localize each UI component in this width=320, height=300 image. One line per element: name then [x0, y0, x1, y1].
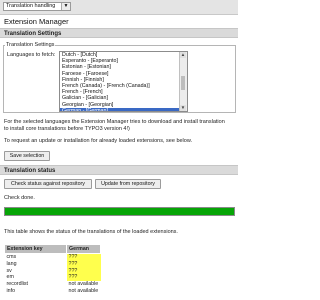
translation-status-cell: not available [68, 287, 99, 294]
extension-key-cell: lang [6, 260, 17, 267]
extension-key-cell: recordlist [6, 281, 29, 288]
translation-status-cell: ??? [66, 274, 101, 282]
column-header-language: German [66, 244, 101, 254]
table-row: cms??? [5, 253, 101, 261]
table-row: em??? [5, 274, 101, 282]
info-text-line-2: to install core translations before TYPO… [4, 126, 130, 132]
extension-key-cell: em [6, 274, 14, 281]
table-row: recordlist not available [5, 281, 101, 288]
table-caption: This table shows the status of the trans… [4, 229, 178, 235]
table-row: lang??? [5, 260, 101, 268]
scrollbar-thumb[interactable] [181, 76, 185, 90]
progress-fill [5, 208, 234, 215]
info-text-line-3: To request an update or installation for… [4, 138, 193, 144]
check-status-button[interactable]: Check status against repository [4, 179, 92, 189]
translation-status-cell: not available [68, 281, 99, 288]
scroll-up-icon[interactable]: ▲ [180, 52, 186, 58]
progress-bar [4, 207, 235, 216]
extension-key-cell: info [6, 287, 16, 294]
function-menu-select[interactable]: Translation handling ▼ [3, 2, 71, 11]
chevron-down-icon[interactable]: ▼ [61, 3, 70, 10]
section-header-translation-settings: Translation Settings [0, 28, 238, 38]
table-row: info not available [5, 288, 101, 295]
info-text-line-1: For the selected languages the Extension… [4, 119, 225, 125]
extension-key-cell: sv [6, 267, 12, 274]
translation-status-table: Extension key German cms??? lang??? sv??? e… [4, 244, 101, 295]
save-selection-button[interactable]: Save selection [4, 151, 50, 161]
top-toolbar: Translation handling ▼ [0, 0, 238, 15]
translation-status-cell: ??? [66, 267, 101, 275]
function-menu-value: Translation handling [6, 3, 56, 9]
table-row: sv??? [5, 267, 101, 275]
extension-key-cell: cms [6, 254, 17, 260]
translation-status-cell: ??? [66, 260, 101, 268]
listbox-scrollbar[interactable]: ▲ ▼ [179, 52, 187, 111]
section-header-translation-status: Translation status [0, 165, 238, 175]
check-done-text: Check done. [4, 195, 35, 201]
update-from-repository-button[interactable]: Update from repository [95, 179, 161, 189]
languages-label: Languages to fetch: [7, 52, 56, 58]
translation-status-cell: ??? [66, 253, 101, 261]
page-title: Extension Manager [4, 17, 69, 26]
table-header-row: Extension key German [4, 244, 101, 254]
languages-listbox[interactable]: Dutch - [Dutch] Esperanto - [Esperanto] Es… [59, 51, 188, 112]
scroll-down-icon[interactable]: ▼ [180, 105, 186, 111]
column-header-extension-key: Extension key [4, 244, 67, 254]
fieldset-legend: Translation Settings [5, 42, 56, 48]
language-option[interactable]: German - [German] [60, 107, 187, 111]
